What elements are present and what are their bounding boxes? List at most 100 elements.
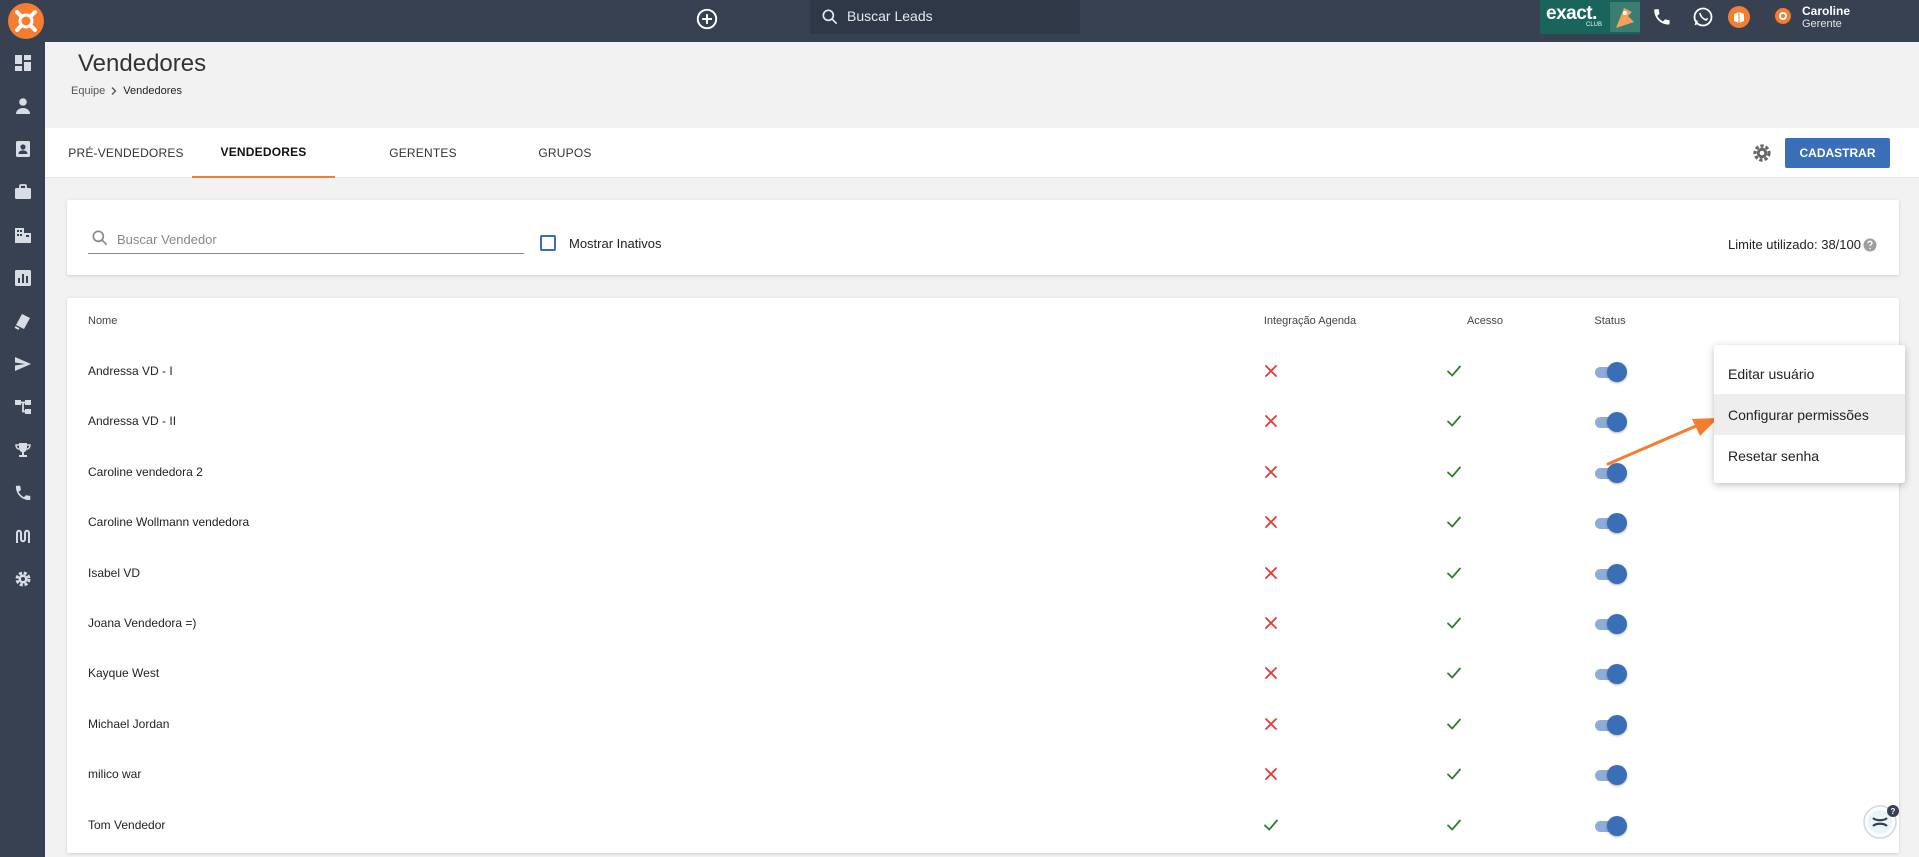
status-toggle[interactable] [1593,664,1627,685]
close-icon [1265,717,1277,730]
toggle-knob [1607,513,1627,534]
close-icon [1265,365,1277,377]
close-icon [1265,617,1277,629]
vendedores-table: Nome Integração Agenda Acesso Status And… [67,298,1899,853]
user-role: Gerente [1802,18,1842,30]
column-header-acesso: Acesso [1466,315,1504,327]
add-circle-icon[interactable] [694,6,720,32]
sidebar [0,42,45,857]
check-icon [1447,365,1461,377]
toggle-knob [1607,714,1627,735]
status-toggle[interactable] [1593,513,1627,534]
show-inactive-label[interactable]: Mostrar Inativos [569,236,661,251]
close-icon [1265,516,1277,529]
toggle-knob [1607,815,1627,836]
bar-chart-icon[interactable] [13,268,33,288]
status-toggle[interactable] [1593,765,1627,786]
cadastrar-button[interactable]: CADASTRAR [1785,138,1890,168]
check-icon [1447,567,1461,579]
table-row[interactable]: Joana Vendedora =) [67,599,1899,649]
help-icon[interactable] [1863,238,1877,252]
close-icon [1265,768,1277,781]
building-icon[interactable] [13,225,33,245]
top-bar: Buscar Leads exact. CLUB Caroline Gerent… [0,0,1919,42]
breadcrumb-item-equipe[interactable]: Equipe [71,85,105,97]
limit-indicator: Limite utilizado: 38/100 [1728,237,1877,252]
status-toggle[interactable] [1593,614,1627,634]
phone-icon[interactable] [1650,5,1674,29]
table-row[interactable]: Michael Jordan [67,700,1899,750]
menu-item-resetar-senha[interactable]: Resetar senha [1714,435,1905,476]
table-row[interactable]: Tom Vendedor [67,801,1899,851]
app-logo-icon[interactable] [6,1,46,41]
vendedor-name: Andressa VD - II [88,414,177,429]
tabs-bar: PRÉ-VENDEDORES VENDEDORES GERENTES GRUPO… [45,128,1919,178]
column-header-nome: Nome [88,315,118,327]
status-toggle[interactable] [1593,362,1627,382]
vendedor-name: Caroline vendedora 2 [88,464,203,479]
person-icon[interactable] [13,96,33,116]
tab-gerentes[interactable]: GERENTES [358,128,488,178]
table-row[interactable]: Kayque West [67,649,1899,699]
vendedor-name: Michael Jordan [88,716,170,731]
lead-search-placeholder: Buscar Leads [847,8,933,24]
column-header-status: Status [1594,315,1626,327]
table-row[interactable]: Caroline Wollmann vendedora [67,498,1899,548]
avatar-icon[interactable] [1774,7,1792,25]
route-icon[interactable] [13,526,33,546]
contact-card-icon[interactable] [13,139,33,159]
table-row[interactable]: milico war [67,750,1899,800]
status-toggle[interactable] [1593,714,1627,735]
menu-item-editar-usuario[interactable]: Editar usuário [1714,353,1905,394]
table-row[interactable]: Isabel VD [67,549,1899,599]
hierarchy-icon[interactable] [13,397,33,417]
phone-icon[interactable] [13,483,33,503]
limit-text: Limite utilizado: 38/100 [1728,237,1861,252]
toggle-knob [1607,563,1627,584]
tag-icon[interactable] [13,311,33,331]
user-name[interactable]: Caroline [1802,4,1850,18]
status-toggle[interactable] [1593,563,1627,584]
tab-pre-vendedores[interactable]: PRÉ-VENDEDORES [66,128,186,178]
table-row[interactable]: Andressa VD - I [67,347,1899,397]
whatsapp-icon[interactable] [1691,5,1715,29]
column-header-integracao-agenda: Integração Agenda [1263,315,1357,327]
vendedor-name: Caroline Wollmann vendedora [88,515,250,530]
chevron-right-icon [111,87,117,95]
help-chat-icon[interactable]: ? [1862,802,1902,842]
vendedor-name: Isabel VD [88,565,141,580]
brand-sub-text: CLUB [1586,22,1603,28]
tab-vendedores[interactable]: VENDEDORES [192,128,335,178]
dashboard-icon[interactable] [13,53,33,73]
vendedor-name: Andressa VD - I [88,364,173,378]
status-toggle[interactable] [1593,815,1627,836]
toggle-knob [1607,765,1627,786]
briefcase-icon[interactable] [13,182,33,202]
vendedor-search-input[interactable]: Buscar Vendedor [88,224,524,254]
menu-item-configurar-permissoes[interactable]: Configurar permissões [1714,394,1905,435]
vendedor-name: milico war [88,767,142,782]
settings-icon[interactable] [13,569,33,589]
vendedor-name: Tom Vendedor [88,817,166,832]
toggle-knob [1607,614,1627,634]
svg-text:?: ? [1891,807,1896,816]
gear-icon[interactable] [1751,142,1773,164]
check-icon [1447,415,1461,428]
send-icon[interactable] [13,354,33,374]
annotation-arrow [1606,418,1718,466]
vendedor-search-placeholder: Buscar Vendedor [117,232,217,247]
book-icon[interactable] [1727,5,1751,29]
breadcrumb: Equipe Vendedores [71,85,182,97]
filter-card: Buscar Vendedor Mostrar Inativos Limite … [67,200,1899,275]
tab-grupos[interactable]: GRUPOS [500,128,630,178]
check-icon [1447,617,1461,629]
exact-club-logo[interactable]: exact. CLUB [1540,0,1640,34]
show-inactive-checkbox[interactable] [540,235,556,251]
close-icon [1265,415,1277,428]
trophy-icon[interactable] [13,440,33,460]
toggle-knob [1607,664,1627,685]
lead-search-input[interactable]: Buscar Leads [810,0,1080,34]
check-icon [1447,768,1461,780]
page-title: Vendedores [78,50,207,77]
check-icon [1447,667,1461,680]
